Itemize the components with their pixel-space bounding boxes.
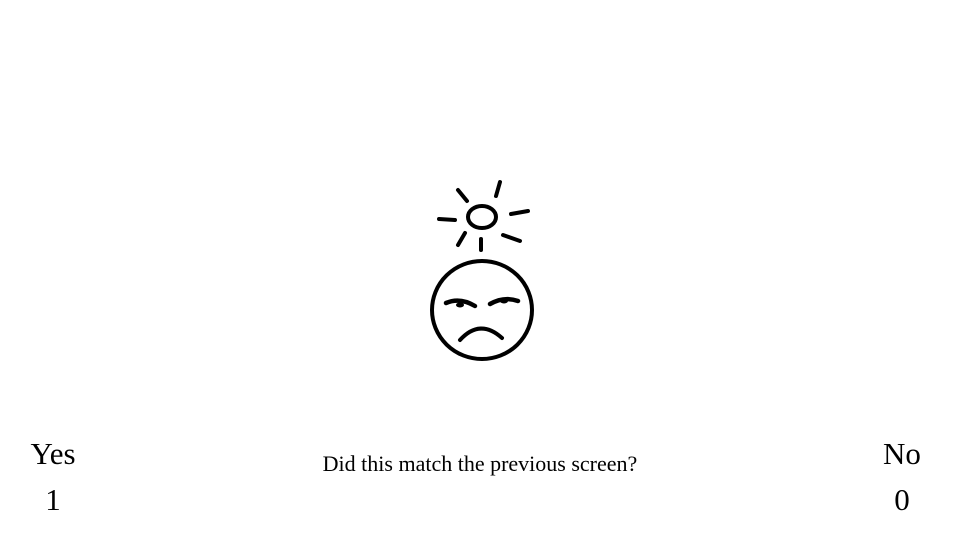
no-option[interactable]: No 0 xyxy=(847,434,957,520)
no-label: No xyxy=(883,436,921,471)
no-key: 0 xyxy=(894,482,910,517)
stimulus-image xyxy=(420,170,550,370)
yes-option[interactable]: Yes 1 xyxy=(0,434,108,520)
question-prompt: Did this match the previous screen? xyxy=(322,451,638,476)
sun-icon xyxy=(437,180,530,252)
frowning-face-icon xyxy=(430,259,534,361)
yes-key: 1 xyxy=(45,482,61,517)
yes-label: Yes xyxy=(30,436,76,471)
